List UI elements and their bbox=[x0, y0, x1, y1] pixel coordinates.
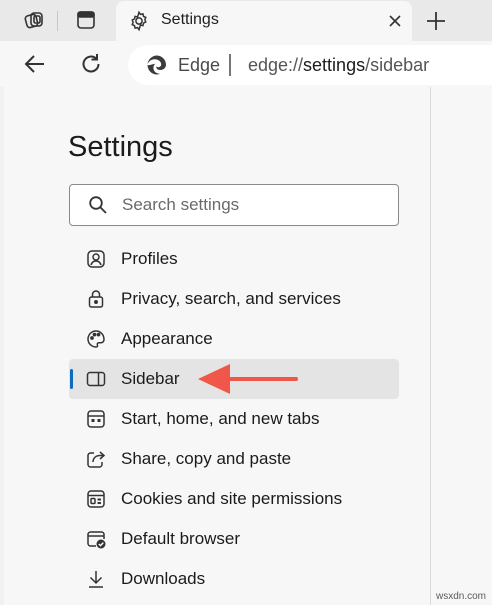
workspaces-button[interactable] bbox=[16, 4, 52, 36]
search-box[interactable] bbox=[69, 184, 399, 226]
watermark: wsxdn.com bbox=[435, 591, 486, 602]
settings-page: Settings Profiles bbox=[4, 87, 492, 605]
nav-item-appearance[interactable]: Appearance bbox=[69, 319, 399, 359]
settings-content-pane bbox=[431, 87, 492, 605]
nav-item-cookies-site-permissions[interactable]: Cookies and site permissions bbox=[69, 479, 399, 519]
refresh-icon bbox=[82, 54, 100, 73]
site-identity-label: Edge bbox=[178, 55, 221, 75]
gear-icon bbox=[131, 10, 147, 32]
tab-actions-icon bbox=[77, 11, 95, 29]
palette-icon bbox=[87, 330, 105, 348]
settings-navigation-pane: Settings Profiles bbox=[4, 87, 431, 605]
url-path: /sidebar bbox=[365, 55, 430, 75]
tab-strip-divider bbox=[57, 11, 58, 31]
search-input[interactable] bbox=[122, 191, 382, 219]
tab-settings[interactable]: Settings bbox=[116, 1, 412, 41]
cookies-permissions-icon bbox=[87, 490, 105, 508]
nav-item-label: Appearance bbox=[121, 329, 213, 348]
page-title: Settings bbox=[68, 131, 173, 163]
nav-item-start-home-new-tabs[interactable]: Start, home, and new tabs bbox=[69, 399, 399, 439]
workspaces-icon bbox=[24, 12, 43, 29]
back-arrow-icon bbox=[24, 55, 44, 73]
nav-item-label: Default browser bbox=[121, 529, 241, 548]
nav-item-default-browser[interactable]: Default browser bbox=[69, 519, 399, 559]
sidebar-icon bbox=[86, 371, 106, 387]
url-text[interactable]: edge://settings/sidebar bbox=[248, 55, 429, 76]
settings-nav-list: Profiles Privacy, search, and services A… bbox=[69, 239, 399, 599]
refresh-button[interactable] bbox=[78, 51, 104, 77]
nav-item-label: Profiles bbox=[121, 249, 178, 268]
selection-indicator bbox=[70, 369, 73, 389]
close-icon[interactable] bbox=[386, 12, 404, 30]
tab-strip: Settings bbox=[0, 0, 492, 41]
lock-icon bbox=[88, 290, 104, 308]
annotation-arrow bbox=[198, 364, 298, 394]
address-divider bbox=[229, 54, 231, 76]
nav-item-label: Sidebar bbox=[121, 369, 180, 388]
default-browser-icon bbox=[87, 531, 106, 549]
url-host: settings bbox=[303, 55, 366, 75]
nav-item-label: Share, copy and paste bbox=[121, 449, 292, 468]
url-scheme: edge:// bbox=[248, 55, 304, 75]
nav-item-downloads[interactable]: Downloads bbox=[69, 559, 399, 599]
nav-item-label: Cookies and site permissions bbox=[121, 489, 343, 508]
tab-title: Settings bbox=[161, 11, 219, 28]
toolbar: Edge edge://settings/sidebar bbox=[0, 41, 492, 87]
nav-item-share-copy-paste[interactable]: Share, copy and paste bbox=[69, 439, 399, 479]
edge-logo-icon bbox=[147, 55, 166, 75]
new-tab-icon[interactable] bbox=[424, 9, 448, 33]
nav-item-privacy[interactable]: Privacy, search, and services bbox=[69, 279, 399, 319]
address-bar[interactable]: Edge edge://settings/sidebar bbox=[128, 45, 492, 85]
vertical-tabs-button[interactable] bbox=[68, 4, 104, 36]
nav-item-profiles[interactable]: Profiles bbox=[69, 239, 399, 279]
nav-item-label: Start, home, and new tabs bbox=[121, 409, 320, 428]
download-icon bbox=[89, 571, 103, 588]
share-icon bbox=[87, 451, 106, 468]
back-button[interactable] bbox=[22, 51, 48, 77]
nav-item-label: Downloads bbox=[121, 569, 206, 588]
profiles-icon bbox=[87, 250, 105, 268]
search-icon bbox=[89, 196, 107, 214]
nav-item-label: Privacy, search, and services bbox=[121, 289, 341, 308]
start-home-icon bbox=[87, 410, 105, 428]
